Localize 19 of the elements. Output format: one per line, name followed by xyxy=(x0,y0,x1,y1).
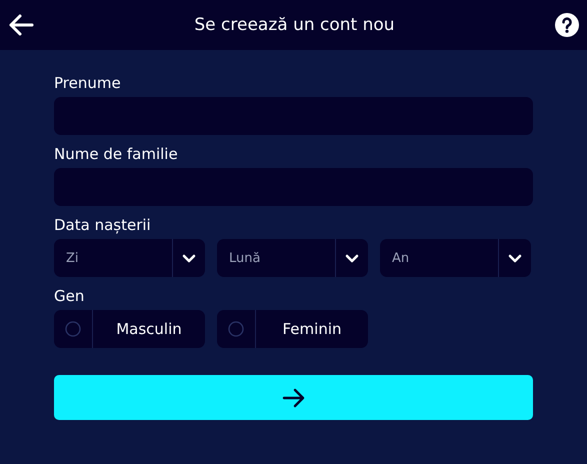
back-arrow-icon[interactable] xyxy=(8,13,34,37)
text-field[interactable] xyxy=(54,168,533,206)
field-label: Data nașterii xyxy=(54,216,151,234)
window-title: Se creează un cont nou xyxy=(194,15,395,35)
chevron-down-icon xyxy=(508,254,522,262)
dropdown[interactable]: An xyxy=(380,239,531,277)
help-icon[interactable] xyxy=(554,13,579,37)
chevron-down-icon xyxy=(345,254,359,262)
text-field[interactable] xyxy=(54,97,533,135)
field-label: Gen xyxy=(54,287,84,305)
next-button[interactable] xyxy=(54,375,533,420)
field-label: Prenume xyxy=(54,74,121,92)
chevron-down-icon xyxy=(182,254,196,262)
dropdown[interactable]: Zi xyxy=(54,239,205,277)
arrow-right-icon xyxy=(282,386,306,408)
field-label: Nume de familie xyxy=(54,145,178,163)
dropdown[interactable]: Lună xyxy=(217,239,368,277)
radio-option[interactable]: Masculin xyxy=(54,310,205,348)
radio-option[interactable]: Feminin xyxy=(217,310,368,348)
